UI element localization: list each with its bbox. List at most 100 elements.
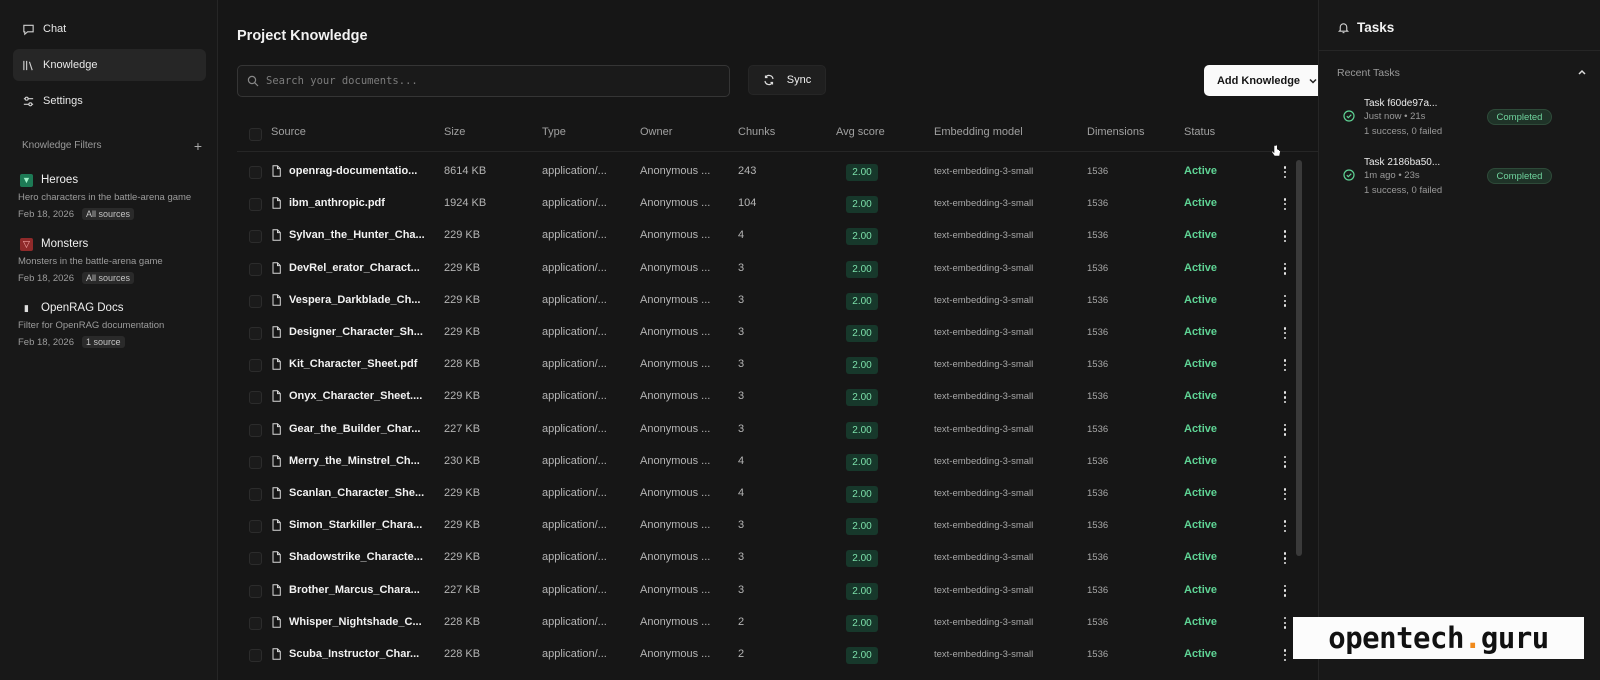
row-checkbox[interactable]	[249, 391, 262, 405]
table-row[interactable]: Kit_Character_Sheet.pdf 228 KB application…	[237, 349, 1327, 381]
row-checkbox[interactable]	[249, 488, 262, 501]
row-menu-icon[interactable]	[1279, 390, 1291, 404]
row-menu-icon[interactable]	[1279, 197, 1291, 211]
source-filename: Gear_the_Builder_Char...	[289, 422, 421, 435]
cell-source[interactable]: Sylvan_the_Hunter_Cha...	[271, 229, 425, 241]
table-row[interactable]: Onyx_Character_Sheet.... 229 KB applicatio…	[237, 381, 1327, 413]
row-checkbox[interactable]	[249, 198, 262, 212]
table-row[interactable]: Designer_Character_Sh... 229 KB applicatio…	[237, 317, 1327, 349]
row-checkbox[interactable]	[249, 262, 262, 276]
row-menu-icon[interactable]	[1279, 326, 1291, 340]
row-checkbox[interactable]	[249, 520, 262, 534]
cell-source[interactable]: DevRel_erator_Charact...	[271, 262, 420, 274]
table-row[interactable]: Gear_the_Builder_Char... 227 KB applicatio…	[237, 414, 1327, 446]
row-menu-icon[interactable]	[1279, 294, 1291, 308]
cell-source[interactable]: openrag-documentatio...	[271, 165, 417, 177]
cell-source[interactable]: Onyx_Character_Sheet....	[271, 390, 422, 402]
cell-size: 1924 KB	[444, 197, 487, 210]
check-circle-icon	[1343, 110, 1355, 122]
search-input[interactable]	[266, 75, 706, 87]
column-status[interactable]: Status	[1184, 126, 1215, 138]
cell-source[interactable]: Brother_Marcus_Chara...	[271, 584, 420, 596]
avg-score-badge: 2.00	[846, 292, 878, 310]
add-filter-icon[interactable]: +	[194, 139, 202, 153]
row-checkbox[interactable]	[249, 616, 262, 630]
row-checkbox[interactable]	[249, 584, 262, 598]
column-owner[interactable]: Owner	[640, 126, 672, 138]
cell-source[interactable]: Scanlan_Character_She...	[271, 487, 424, 499]
table-row[interactable]: openrag-documentatio... 8614 KB applicatio…	[237, 156, 1327, 188]
row-menu-icon[interactable]	[1279, 358, 1291, 372]
task-item[interactable]: Task 2186ba50... 1m ago • 23s 1 success,…	[1319, 155, 1600, 205]
cell-source[interactable]: Gear_the_Builder_Char...	[271, 423, 420, 435]
row-checkbox[interactable]	[249, 455, 262, 469]
row-menu-icon[interactable]	[1279, 423, 1291, 437]
row-checkbox[interactable]	[249, 649, 262, 662]
table-row[interactable]: Scanlan_Character_She... 229 KB applicatio…	[237, 478, 1327, 510]
cell-source[interactable]: Merry_the_Minstrel_Ch...	[271, 455, 420, 467]
row-checkbox[interactable]	[249, 423, 262, 437]
row-menu-icon[interactable]	[1279, 229, 1291, 243]
cell-source[interactable]: Shadowstrike_Characte...	[271, 551, 423, 563]
select-all-checkbox[interactable]	[249, 128, 262, 141]
cell-source[interactable]: ibm_anthropic.pdf	[271, 197, 385, 209]
column-dimensions[interactable]: Dimensions	[1087, 126, 1144, 138]
cell-source[interactable]: Vespera_Darkblade_Ch...	[271, 294, 420, 306]
row-menu-icon[interactable]	[1279, 487, 1291, 501]
row-menu-icon[interactable]	[1279, 519, 1291, 533]
chevron-up-icon[interactable]	[1577, 68, 1587, 76]
nav-chat[interactable]: Chat	[13, 13, 206, 45]
table-row[interactable]: Sylvan_the_Hunter_Cha... 229 KB applicatio…	[237, 220, 1327, 252]
row-menu-icon[interactable]	[1279, 648, 1291, 662]
filter-monsters[interactable]: ▽ Monsters Monsters in the battle-arena …	[18, 236, 208, 284]
cell-owner: Anonymous ...	[640, 326, 711, 338]
table-row[interactable]: Brother_Marcus_Chara... 227 KB application…	[237, 575, 1327, 607]
nav-settings[interactable]: Settings	[13, 85, 206, 117]
cell-dimensions: 1536	[1087, 423, 1109, 435]
row-menu-icon[interactable]	[1279, 262, 1291, 276]
table-row[interactable]: DevRel_erator_Charact... 229 KB applicatio…	[237, 253, 1327, 285]
row-menu-icon[interactable]	[1279, 551, 1291, 565]
filter-heroes[interactable]: ▼ Heroes Hero characters in the battle-a…	[18, 172, 208, 220]
cell-source[interactable]: Scuba_Instructor_Char...	[271, 648, 419, 660]
row-checkbox[interactable]	[249, 552, 262, 566]
row-menu-icon[interactable]	[1279, 584, 1291, 598]
row-checkbox[interactable]	[249, 294, 262, 308]
row-menu-icon[interactable]	[1279, 165, 1291, 179]
row-checkbox[interactable]	[249, 327, 262, 340]
table-row[interactable]: Shadowstrike_Characte... 229 KB applicatio…	[237, 542, 1327, 574]
column-avg-score[interactable]: Avg score	[836, 126, 885, 138]
cell-dimensions: 1536	[1087, 455, 1109, 467]
row-checkbox[interactable]	[249, 359, 262, 373]
table-row[interactable]: Whisper_Nightshade_C... 228 KB application…	[237, 607, 1327, 639]
table-row[interactable]: ibm_anthropic.pdf 1924 KB application/... A…	[237, 188, 1327, 220]
cell-source[interactable]: Whisper_Nightshade_C...	[271, 616, 422, 628]
column-size[interactable]: Size	[444, 126, 465, 138]
sync-button[interactable]: Sync	[748, 65, 826, 95]
row-menu-icon[interactable]	[1279, 616, 1291, 630]
row-checkbox[interactable]	[249, 166, 262, 179]
cell-source[interactable]: Simon_Starkiller_Chara...	[271, 519, 422, 531]
column-chunks[interactable]: Chunks	[738, 126, 775, 138]
add-knowledge-button[interactable]: Add Knowledge	[1204, 65, 1331, 96]
table-row[interactable]: Scuba_Instructor_Char... 228 KB applicatio…	[237, 639, 1327, 671]
table-row[interactable]: Simon_Starkiller_Chara... 229 KB applicati…	[237, 510, 1327, 542]
table-row[interactable]: Merry_the_Minstrel_Ch... 230 KB applicatio…	[237, 446, 1327, 478]
table-row[interactable]: Vespera_Darkblade_Ch... 229 KB application…	[237, 285, 1327, 317]
column-type[interactable]: Type	[542, 126, 566, 138]
column-source[interactable]: Source	[271, 126, 306, 138]
row-menu-icon[interactable]	[1279, 455, 1291, 469]
row-checkbox[interactable]	[249, 230, 262, 244]
filter-openrag-docs[interactable]: ▮ OpenRAG Docs Filter for OpenRAG docume…	[18, 300, 208, 348]
nav-knowledge[interactable]: Knowledge	[13, 49, 206, 81]
cell-owner: Anonymous ...	[640, 261, 711, 274]
cell-dimensions: 1536	[1087, 488, 1109, 499]
cell-type: application/...	[542, 165, 607, 177]
cell-source[interactable]: Designer_Character_Sh...	[271, 326, 423, 338]
table-scrollbar[interactable]	[1296, 160, 1302, 556]
cell-source[interactable]: Kit_Character_Sheet.pdf	[271, 358, 417, 370]
source-filename: Designer_Character_Sh...	[289, 326, 423, 338]
search-box[interactable]	[237, 65, 730, 97]
task-item[interactable]: Task f60de97a... Just now • 21s 1 succes…	[1319, 96, 1600, 146]
column-embedding-model[interactable]: Embedding model	[934, 126, 1023, 138]
